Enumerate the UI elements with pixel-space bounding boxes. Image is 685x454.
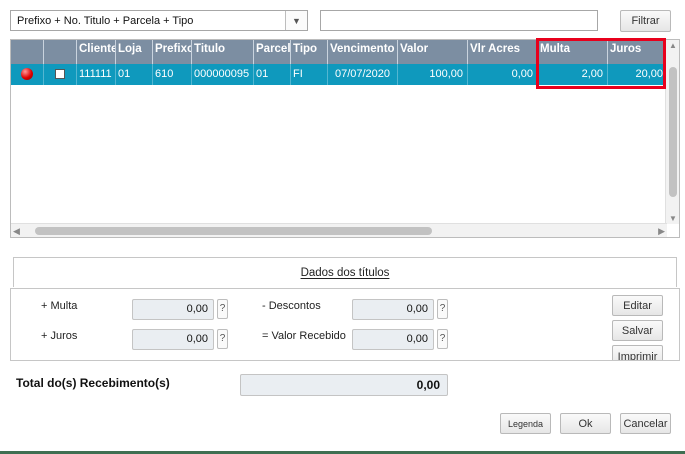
multa-label: + Multa [41, 300, 78, 312]
col-header-cliente[interactable]: Cliente [77, 40, 116, 64]
cell-parcela: 01 [254, 64, 291, 85]
total-label: Total do(s) Recebimento(s) [16, 376, 170, 390]
col-header-parcela[interactable]: Parcela [254, 40, 291, 64]
juros-help-button[interactable]: ? [217, 329, 228, 349]
index-select[interactable]: Prefixo + No. Titulo + Parcela + Tipo ▼ [10, 10, 308, 31]
imprimir-clip: Imprimir [612, 345, 663, 360]
panel-title-text: Dados dos títulos [300, 267, 390, 279]
valor-recebido-field[interactable]: 0,00 [352, 329, 434, 350]
total-field: 0,00 [240, 374, 448, 396]
multa-help-button[interactable]: ? [217, 299, 228, 319]
descontos-help-button[interactable]: ? [437, 299, 448, 319]
valor-recebido-label: = Valor Recebido [262, 330, 346, 342]
filter-button[interactable]: Filtrar [620, 10, 671, 32]
editar-button[interactable]: Editar [612, 295, 663, 316]
horizontal-scroll-thumb[interactable] [35, 227, 432, 235]
scroll-left-icon[interactable]: ◀ [13, 224, 20, 237]
valor-recebido-help-button[interactable]: ? [437, 329, 448, 349]
descontos-field[interactable]: 0,00 [352, 299, 434, 320]
cell-valor: 100,00 [398, 64, 468, 85]
table-row[interactable]: 111111 01 610 000000095 01 FI 07/07/2020… [11, 64, 667, 85]
col-header-juros[interactable]: Juros [608, 40, 667, 64]
cell-tipo: FI [291, 64, 328, 85]
scroll-right-icon[interactable]: ▶ [658, 224, 665, 237]
cell-juros: 20,00 [635, 68, 663, 80]
grid-header: Cliente Loja Prefixo Titulo Parcela Tipo… [11, 40, 667, 64]
cell-vencimento: 07/07/2020 [328, 64, 398, 85]
col-header-status [11, 40, 44, 64]
imprimir-button[interactable]: Imprimir [612, 345, 663, 360]
index-select-value: Prefixo + No. Titulo + Parcela + Tipo [17, 14, 194, 27]
cell-prefixo: 610 [153, 64, 192, 85]
vertical-scroll-thumb[interactable] [669, 67, 677, 197]
cell-titulo: 000000095 [192, 64, 254, 85]
col-header-valor[interactable]: Valor [398, 40, 468, 64]
panel-title: Dados dos títulos [13, 257, 677, 287]
cancelar-button[interactable]: Cancelar [620, 413, 671, 434]
red-status-icon [21, 68, 33, 80]
horizontal-scrollbar[interactable]: ◀ ▶ [11, 223, 667, 237]
legenda-button[interactable]: Legenda [500, 413, 551, 434]
col-header-prefixo[interactable]: Prefixo [153, 40, 192, 64]
cell-cliente: 111111 [77, 64, 116, 85]
vertical-scrollbar[interactable]: ▲ ▼ [665, 40, 679, 224]
salvar-button[interactable]: Salvar [612, 320, 663, 341]
row-checkbox[interactable] [55, 69, 65, 79]
juros-label: + Juros [41, 330, 78, 342]
cell-loja: 01 [116, 64, 153, 85]
multa-field[interactable]: 0,00 [132, 299, 214, 320]
scroll-up-icon[interactable]: ▲ [666, 41, 679, 50]
col-header-vencimento[interactable]: Vencimento [328, 40, 398, 64]
col-header-vlr-acres[interactable]: Vlr Acres [468, 40, 538, 64]
search-input[interactable] [320, 10, 598, 31]
ok-button[interactable]: Ok [560, 413, 611, 434]
cell-vlr-acres: 0,00 [468, 64, 538, 85]
col-header-check [44, 40, 77, 64]
chevron-down-icon[interactable]: ▼ [285, 11, 307, 30]
col-header-multa[interactable]: Multa [538, 40, 608, 64]
col-header-titulo[interactable]: Titulo [192, 40, 254, 64]
scroll-down-icon[interactable]: ▼ [666, 214, 679, 223]
descontos-label: - Descontos [262, 300, 321, 312]
col-header-tipo[interactable]: Tipo [291, 40, 328, 64]
check-cell [44, 64, 77, 85]
juros-field[interactable]: 0,00 [132, 329, 214, 350]
col-header-loja[interactable]: Loja [116, 40, 153, 64]
cell-multa: 2,00 [538, 64, 608, 85]
status-cell [11, 64, 44, 85]
titles-data-panel [10, 288, 680, 361]
titles-grid: Cliente Loja Prefixo Titulo Parcela Tipo… [10, 39, 680, 238]
